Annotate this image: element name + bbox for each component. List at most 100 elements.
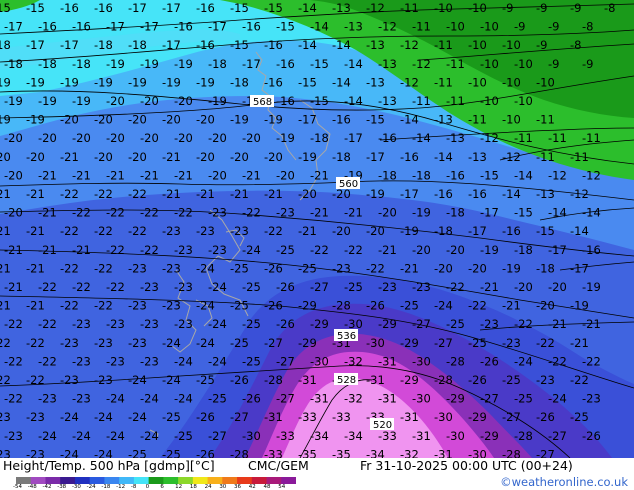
temperature-value: -23	[536, 373, 555, 387]
temperature-value: -25	[502, 373, 521, 387]
temperature-value: -34	[344, 429, 363, 443]
temperature-value: -21	[344, 206, 363, 220]
temperature-value: -20	[162, 113, 181, 127]
temperature-value: -20	[72, 131, 91, 145]
colorbar-swatch	[104, 477, 120, 484]
temperature-value: -28	[434, 373, 453, 387]
height-label-528: 528	[337, 375, 356, 386]
temperature-value: -22	[38, 317, 57, 331]
temperature-value: -22	[94, 224, 113, 238]
temperature-value: -22	[60, 299, 79, 313]
temperature-value: -27	[264, 336, 283, 350]
temperature-value: -22	[366, 261, 385, 275]
colorbar-swatch	[178, 477, 194, 484]
colorbar-label: 36	[234, 484, 242, 490]
temperature-value: -17	[242, 57, 261, 71]
colorbar-swatch	[148, 477, 164, 484]
temperature-value: -11	[548, 131, 567, 145]
temperature-value: -20	[264, 150, 283, 164]
temperature-value: -22	[0, 336, 11, 350]
temperature-value: -18	[446, 206, 465, 220]
temperature-value: -9	[502, 1, 513, 15]
temperature-value: -18	[94, 38, 113, 52]
product-title: Height/Temp. 500 hPa [gdmp][°C]	[3, 458, 215, 473]
temperature-value: -15	[480, 168, 499, 182]
temperature-value: -23	[140, 280, 159, 294]
temperature-value: -24	[434, 299, 453, 313]
temperature-value: -10	[502, 113, 521, 127]
temperature-value: -20	[4, 131, 23, 145]
temperature-value: -17	[344, 131, 363, 145]
temperature-value: -21	[38, 243, 57, 257]
temperature-value: -24	[94, 447, 113, 458]
temperature-value: -19	[4, 94, 23, 108]
temperature-value: -17	[106, 20, 125, 34]
temperature-value: -22	[94, 261, 113, 275]
temperature-value: -17	[570, 261, 589, 275]
temperature-value: -16	[446, 168, 465, 182]
temperature-value: -21	[378, 243, 397, 257]
temperature-value: -20	[208, 168, 227, 182]
temperature-value: -23	[128, 299, 147, 313]
temperature-value: -12	[570, 187, 589, 201]
temperature-value: -18	[412, 168, 431, 182]
temperature-value: -21	[480, 280, 499, 294]
temperature-value: -23	[174, 280, 193, 294]
temperature-value: -22	[60, 261, 79, 275]
colorbar-swatch	[237, 477, 253, 484]
temperature-value: -24	[140, 429, 159, 443]
temperature-value: -22	[128, 224, 147, 238]
temperature-value: -15	[298, 75, 317, 89]
temperature-value: -19	[298, 150, 317, 164]
temperature-value: -26	[480, 354, 499, 368]
temperature-value: -25	[276, 243, 295, 257]
colorbar-swatch	[251, 477, 268, 484]
colorbar-label: 42	[248, 484, 256, 490]
temperature-value: -11	[514, 131, 533, 145]
temperature-value: -18	[378, 168, 397, 182]
temperature-value: -26	[264, 261, 283, 275]
temperature-value: -22	[548, 354, 567, 368]
colorbar-label: -18	[101, 484, 111, 490]
height-label-536: 536	[337, 331, 356, 342]
watermark: ©weatheronline.co.uk	[500, 475, 628, 489]
temperature-value: -26	[264, 299, 283, 313]
temperature-value: -19	[0, 113, 11, 127]
temperature-value: -20	[140, 94, 159, 108]
temperature-value: -23	[60, 336, 79, 350]
temperature-value: -17	[400, 187, 419, 201]
temperature-value: -18	[0, 38, 11, 52]
temperature-value: -17	[366, 150, 385, 164]
temperature-value: -18	[208, 57, 227, 71]
temperature-value: -21	[0, 187, 11, 201]
temperature-value: -11	[412, 94, 431, 108]
temperature-value: -9	[536, 1, 547, 15]
temperature-value: -21	[140, 168, 159, 182]
temperature-value: -22	[38, 354, 57, 368]
temperature-value: -17	[60, 38, 79, 52]
temperature-value: -26	[276, 317, 295, 331]
temperature-value: -20	[366, 224, 385, 238]
temperature-value: -21	[26, 299, 45, 313]
colorbar-label: 6	[160, 484, 164, 490]
temperature-value: -26	[242, 392, 261, 406]
colorbar-label: -38	[57, 484, 67, 490]
temperature-value: -22	[536, 336, 555, 350]
temperature-value: -15	[276, 20, 295, 34]
temperature-value: -20	[298, 187, 317, 201]
temperature-value: -25	[514, 392, 533, 406]
temperature-value: -28	[446, 354, 465, 368]
temperature-value: -24	[38, 429, 57, 443]
temperature-value: -16	[174, 20, 193, 34]
temperature-value: -18	[38, 57, 57, 71]
temperature-value: -22	[72, 280, 91, 294]
temperature-value: -21	[548, 317, 567, 331]
temperature-value: -23	[208, 243, 227, 257]
temperature-value: -26	[468, 373, 487, 387]
temperature-value: -21	[162, 187, 181, 201]
temperature-value: -27	[548, 429, 567, 443]
temperature-value: -21	[38, 168, 57, 182]
temperature-value: -12	[400, 38, 419, 52]
height-label-520: 520	[373, 420, 392, 431]
colorbar-label: 30	[219, 484, 227, 490]
